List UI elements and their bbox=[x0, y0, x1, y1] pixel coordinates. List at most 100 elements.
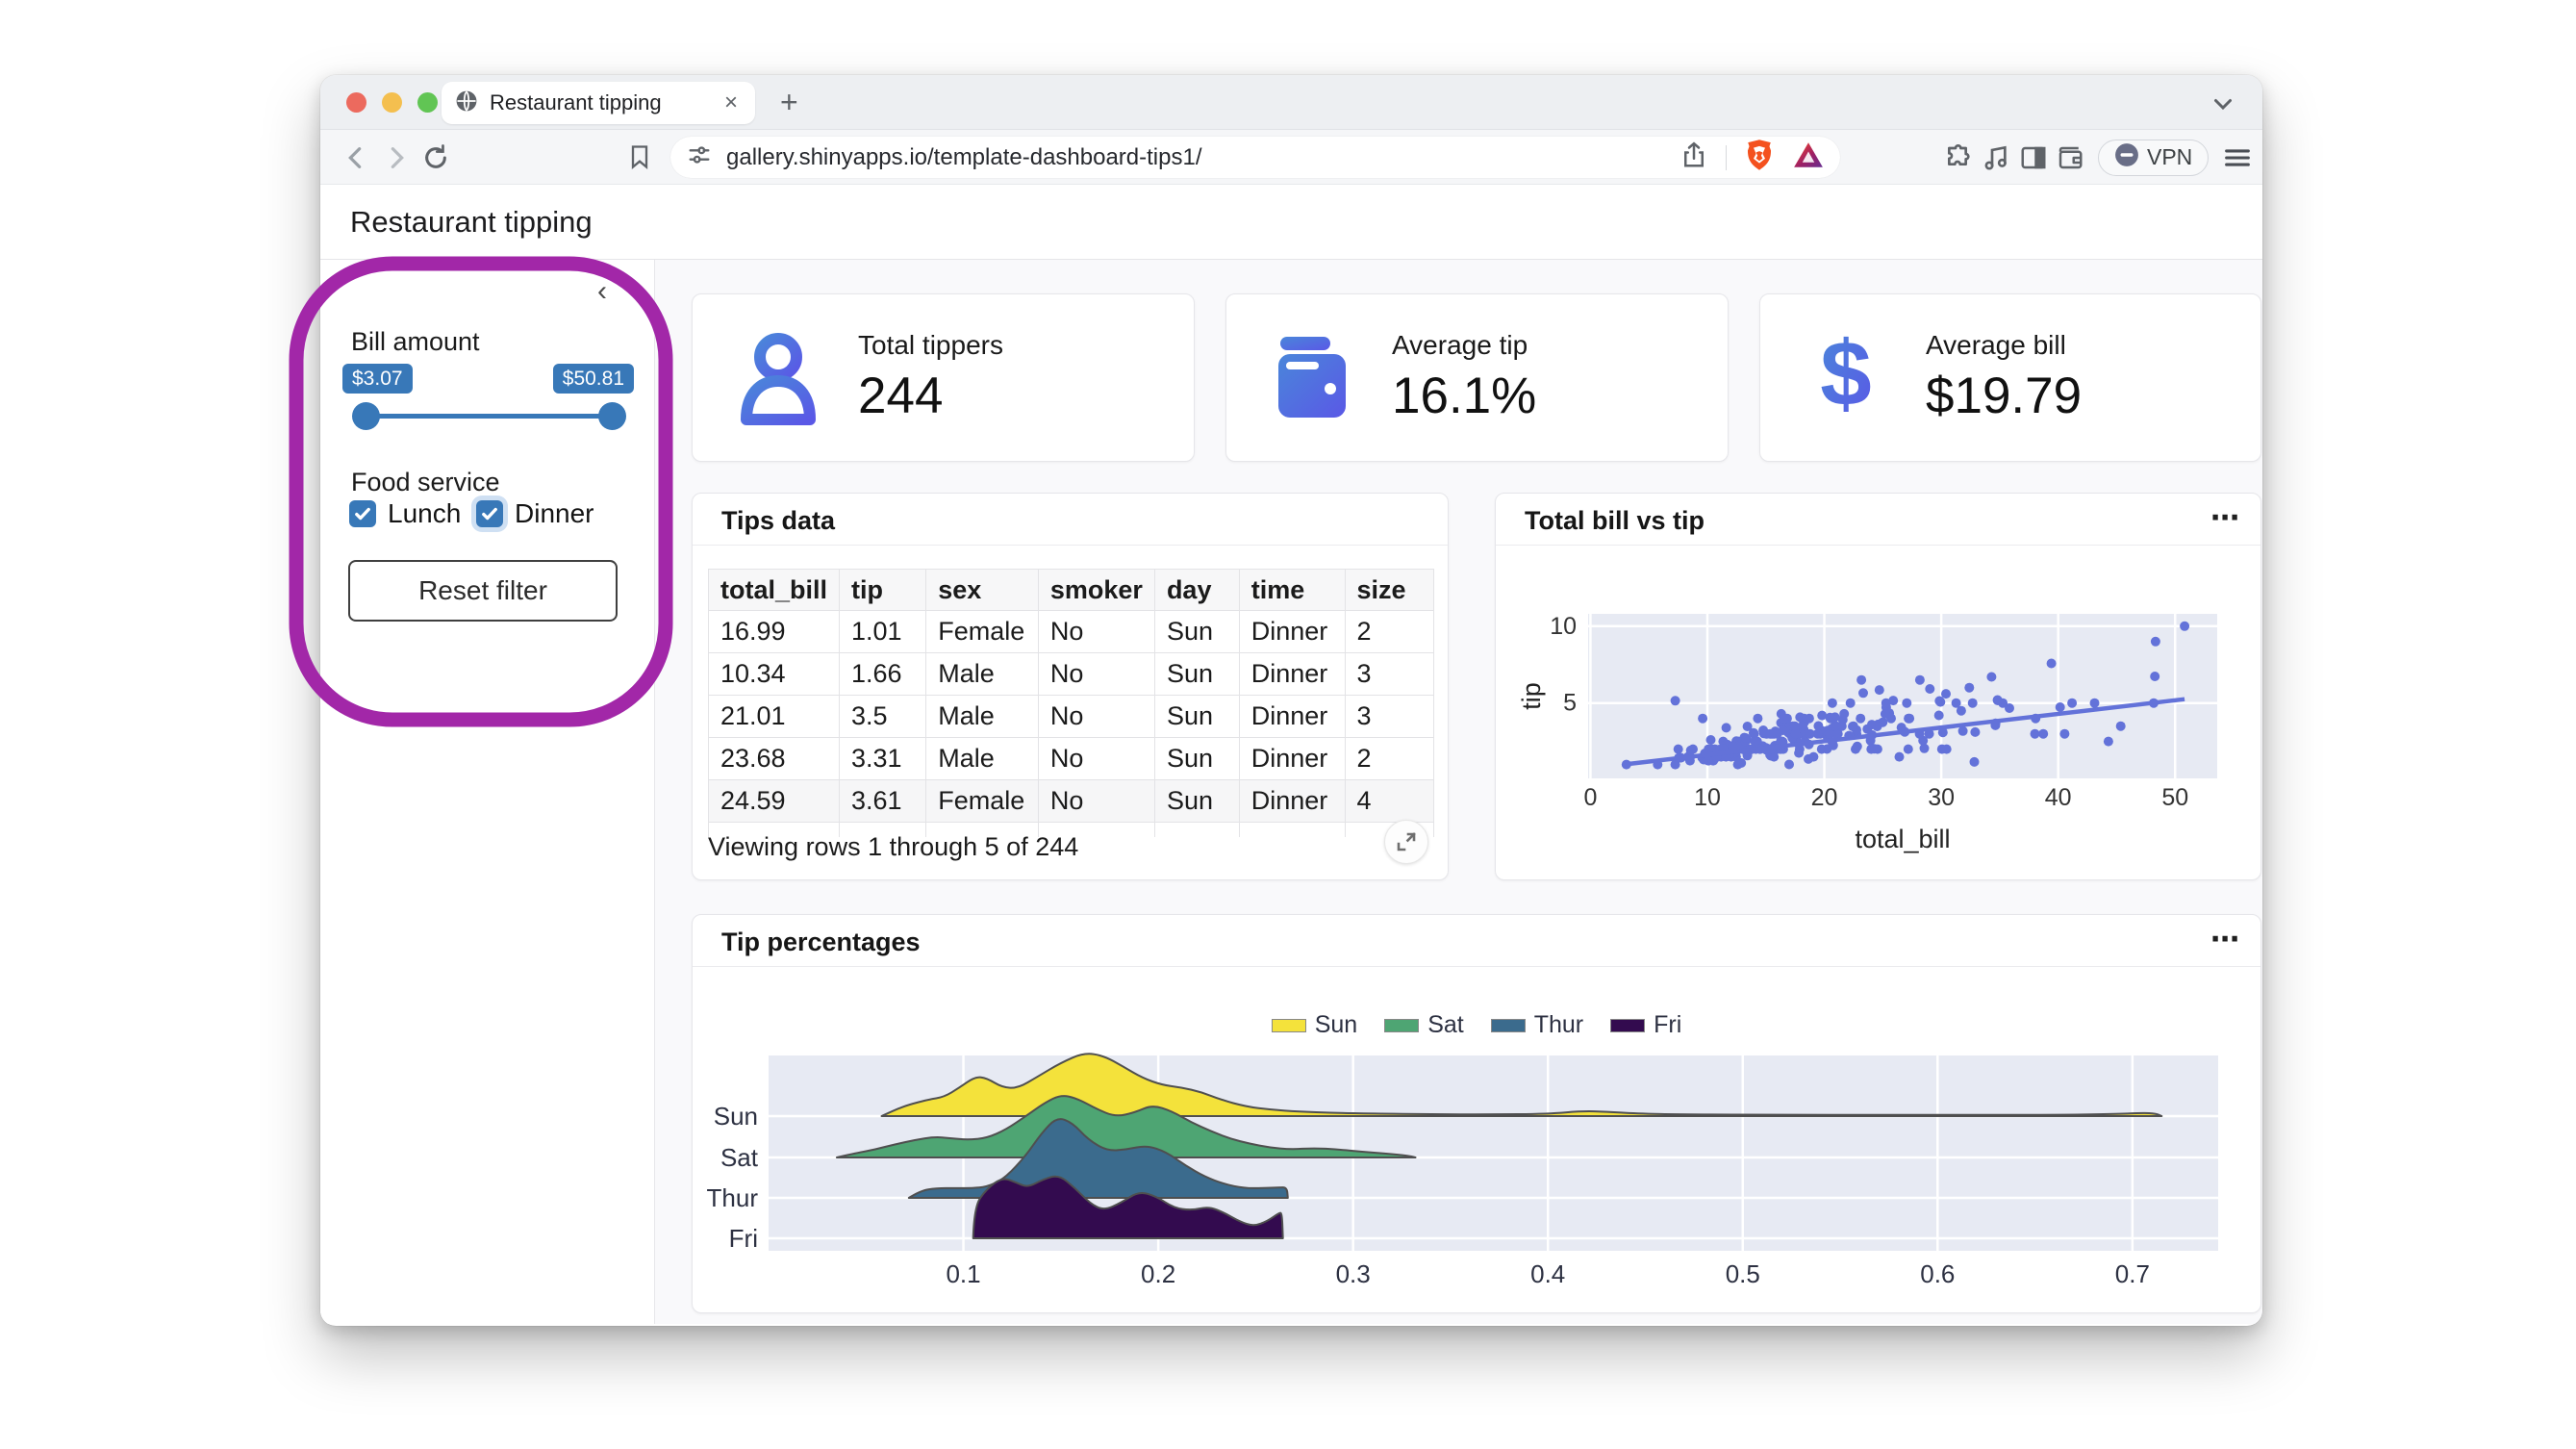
url-text[interactable]: gallery.shinyapps.io/template-dashboard-… bbox=[726, 144, 1679, 171]
column-header-smoker[interactable]: smoker bbox=[1038, 570, 1154, 611]
scatter-point bbox=[1958, 726, 1968, 736]
table-cell bbox=[1239, 823, 1345, 838]
tips-table-container: total_billtipsexsmokerdaytimesize16.991.… bbox=[708, 569, 1434, 837]
table-status-text: Viewing rows 1 through 5 of 244 bbox=[708, 832, 1078, 862]
scatter-point bbox=[1934, 711, 1944, 721]
table-cell: 3.31 bbox=[840, 738, 926, 780]
forward-icon[interactable] bbox=[380, 142, 411, 178]
table-cell: 3.5 bbox=[840, 696, 926, 738]
vpn-badge-icon bbox=[2114, 142, 2139, 172]
hamburger-icon[interactable] bbox=[2221, 130, 2254, 185]
scatter-point bbox=[1817, 745, 1827, 754]
zoom-window-button[interactable] bbox=[417, 92, 438, 113]
scatter-point bbox=[1904, 745, 1913, 754]
brave-shield-icon[interactable] bbox=[1744, 139, 1775, 176]
column-header-day[interactable]: day bbox=[1154, 570, 1239, 611]
close-tab-icon[interactable]: × bbox=[720, 89, 742, 116]
scatter-point bbox=[1848, 722, 1857, 731]
share-icon[interactable] bbox=[1679, 140, 1708, 174]
scatter-point bbox=[1767, 729, 1777, 739]
x-tick-label: 0.5 bbox=[1726, 1259, 1760, 1288]
scatter-point bbox=[1937, 745, 1947, 754]
table-cell: Male bbox=[926, 738, 1039, 780]
scatter-point bbox=[1925, 684, 1934, 694]
column-header-size[interactable]: size bbox=[1345, 570, 1433, 611]
new-tab-button[interactable]: + bbox=[780, 85, 798, 120]
bill-amount-slider-track[interactable] bbox=[366, 414, 612, 419]
table-row[interactable]: 21.013.5MaleNoSunDinner3 bbox=[709, 696, 1434, 738]
value-box-label: Average bill bbox=[1926, 330, 2082, 361]
tab-title: Restaurant tipping bbox=[490, 90, 720, 115]
table-cell: 1.66 bbox=[840, 653, 926, 696]
chevron-down-icon[interactable] bbox=[2209, 89, 2237, 122]
checkbox-lunch-label[interactable]: Lunch bbox=[388, 498, 461, 529]
scatter-point bbox=[1915, 675, 1925, 685]
back-icon[interactable] bbox=[341, 142, 372, 178]
scatter-point bbox=[1856, 714, 1865, 724]
scatter-point bbox=[2180, 622, 2189, 631]
scatter-point bbox=[1686, 746, 1696, 755]
row-label-Sun: Sun bbox=[714, 1102, 758, 1131]
x-tick-label: 0.1 bbox=[946, 1259, 980, 1288]
browser-tab[interactable]: Restaurant tipping × bbox=[442, 82, 755, 124]
table-row[interactable]: 23.683.31MaleNoSunDinner2 bbox=[709, 738, 1434, 780]
side-panel-icon[interactable] bbox=[2019, 130, 2048, 185]
checkbox-checked-icon[interactable] bbox=[349, 500, 376, 527]
scatter-point bbox=[1856, 675, 1866, 685]
scatter-point bbox=[1957, 706, 1966, 716]
scatter-point bbox=[2150, 672, 2159, 681]
table-row[interactable]: 24.593.61FemaleNoSunDinner4 bbox=[709, 780, 1434, 823]
column-header-total_bill[interactable]: total_bill bbox=[709, 570, 840, 611]
table-cell: No bbox=[1038, 738, 1154, 780]
checkbox-checked-icon[interactable] bbox=[476, 500, 503, 527]
checkbox-dinner-label[interactable]: Dinner bbox=[515, 498, 593, 529]
slider-handle-min[interactable] bbox=[352, 402, 380, 430]
table-cell: Sun bbox=[1154, 780, 1239, 823]
column-header-tip[interactable]: tip bbox=[840, 570, 926, 611]
column-header-sex[interactable]: sex bbox=[926, 570, 1039, 611]
checkbox-dinner[interactable]: Dinner bbox=[476, 498, 593, 529]
reset-filter-button[interactable]: Reset filter bbox=[348, 560, 618, 622]
scatter-point bbox=[1934, 697, 1944, 706]
x-tick-label: 40 bbox=[2045, 784, 2072, 811]
browser-tab-bar: Restaurant tipping × + bbox=[320, 75, 2262, 130]
scatter-point bbox=[1968, 699, 1978, 708]
table-cell: Dinner bbox=[1239, 780, 1345, 823]
bookmark-icon[interactable] bbox=[626, 143, 653, 175]
table-cell: Dinner bbox=[1239, 611, 1345, 653]
minimize-window-button[interactable] bbox=[382, 92, 402, 113]
scatter-point bbox=[1674, 745, 1683, 754]
scatter-point bbox=[1858, 688, 1868, 698]
table-cell: Sun bbox=[1154, 611, 1239, 653]
scatter-point bbox=[1784, 760, 1794, 770]
scatter-point bbox=[1805, 714, 1814, 724]
row-label-Thur: Thur bbox=[707, 1183, 759, 1212]
scatter-point bbox=[1753, 714, 1762, 724]
collapse-sidebar-icon[interactable]: ‹ bbox=[597, 275, 607, 308]
scatter-point bbox=[1839, 709, 1849, 719]
reload-icon[interactable] bbox=[420, 142, 451, 178]
tune-icon[interactable] bbox=[686, 141, 713, 173]
music-icon[interactable] bbox=[1981, 130, 2011, 185]
vpn-button[interactable]: VPN bbox=[2098, 130, 2209, 185]
card-header: Tips data bbox=[693, 494, 1448, 546]
scatter-point bbox=[1741, 733, 1751, 743]
checkbox-lunch[interactable]: Lunch bbox=[349, 498, 461, 529]
scatter-point bbox=[1888, 696, 1898, 705]
wallet-toolbar-icon[interactable] bbox=[2056, 130, 2084, 185]
tips-data-card: Tips data total_billtipsexsmokerdaytimes… bbox=[692, 493, 1449, 880]
url-bar[interactable]: gallery.shinyapps.io/template-dashboard-… bbox=[670, 137, 1840, 178]
slider-handle-max[interactable] bbox=[598, 402, 626, 430]
table-row[interactable]: 10.341.66MaleNoSunDinner3 bbox=[709, 653, 1434, 696]
close-window-button[interactable] bbox=[346, 92, 366, 113]
expand-table-button[interactable] bbox=[1384, 820, 1428, 864]
value-box-value: 16.1% bbox=[1392, 367, 1536, 425]
value-box-label: Average tip bbox=[1392, 330, 1536, 361]
table-row[interactable]: 16.991.01FemaleNoSunDinner2 bbox=[709, 611, 1434, 653]
slider-max-value: $50.81 bbox=[553, 364, 634, 394]
table-cell: Dinner bbox=[1239, 653, 1345, 696]
extensions-icon[interactable] bbox=[1944, 130, 1975, 185]
bat-triangle-icon[interactable] bbox=[1792, 140, 1825, 174]
x-tick-label: 0 bbox=[1583, 784, 1597, 811]
column-header-time[interactable]: time bbox=[1239, 570, 1345, 611]
